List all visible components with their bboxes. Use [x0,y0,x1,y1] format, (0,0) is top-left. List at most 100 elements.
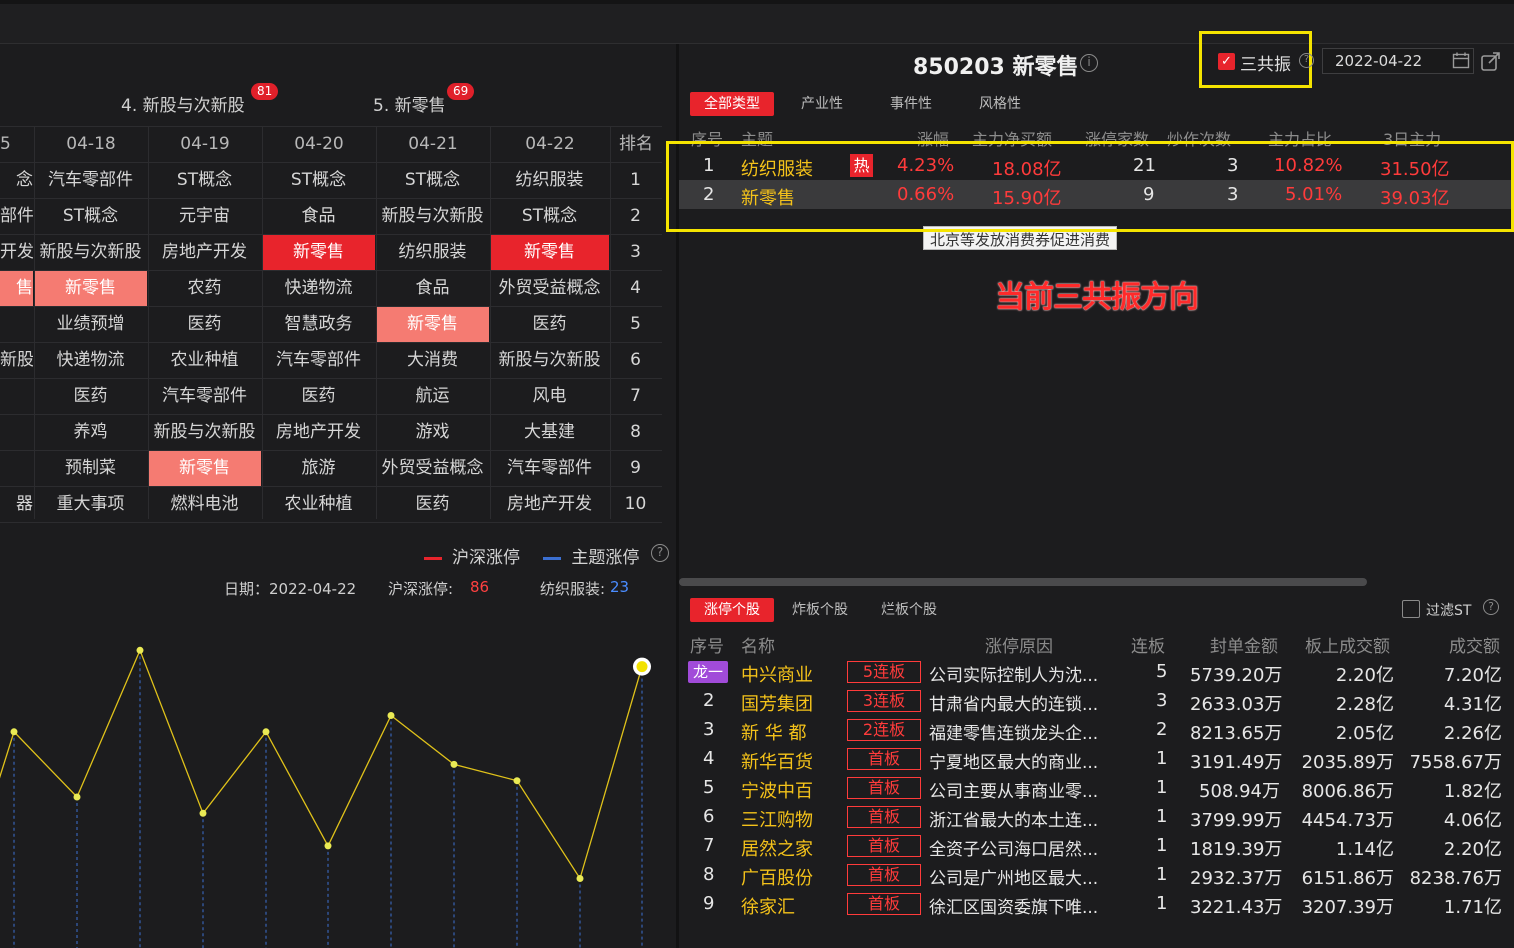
grid-header-cell[interactable]: 04-19 [148,127,262,162]
grid-theme-cell[interactable]: 外贸受益概念 [376,451,489,486]
tab-limit-up-stocks[interactable]: 涨停个股 [690,598,774,622]
grid-theme-cell[interactable]: 养鸡 [34,415,147,450]
grid-theme-cell[interactable]: 农业种植 [262,487,375,522]
data-point[interactable] [136,646,144,654]
grid-theme-cell[interactable]: 医药 [148,307,261,342]
col-header-reason[interactable]: 涨停原因 [985,632,1053,657]
grid-theme-cell[interactable]: 大基建 [490,415,609,450]
grid-theme-cell[interactable]: 预制菜 [34,451,147,486]
grid-theme-cell[interactable]: 游戏 [376,415,489,450]
grid-theme-cell[interactable]: 汽车零部件 [148,379,261,414]
grid-theme-cell[interactable]: 智慧政务 [262,307,375,342]
calendar-icon[interactable] [1452,52,1470,69]
export-icon[interactable] [1480,51,1501,72]
grid-theme-cell[interactable]: 重大事项 [34,487,147,522]
grid-theme-cell[interactable]: 医药 [34,379,147,414]
data-point[interactable] [199,809,207,817]
grid-theme-cell[interactable]: 大消费 [376,343,489,378]
grid-theme-cell[interactable]: 农业种植 [148,343,261,378]
data-point[interactable] [450,760,458,768]
grid-theme-cell[interactable]: 医药 [490,307,609,342]
grid-theme-cell[interactable]: ST概念 [148,163,261,198]
data-point[interactable] [576,875,584,882]
data-point[interactable] [636,661,648,673]
grid-theme-cell[interactable]: 业绩预增 [34,307,147,342]
grid-header-cell[interactable]: 04-22 [490,127,610,162]
grid-theme-cell[interactable]: 新零售 [148,451,261,486]
grid-header-cell[interactable]: 04-21 [376,127,490,162]
grid-theme-cell[interactable]: 外贸受益概念 [490,271,609,306]
grid-theme-cell[interactable]: 快递物流 [262,271,375,306]
grid-theme-cell[interactable]: 新零售 [262,235,375,270]
tab-event[interactable]: 事件性 [890,92,932,116]
tab-style[interactable]: 风格性 [979,92,1021,116]
grid-theme-cell[interactable]: 纺织服装 [490,163,609,198]
grid-theme-cell[interactable]: 食品 [376,271,489,306]
grid-theme-cell[interactable]: 部件 [0,199,33,234]
grid-theme-cell[interactable]: 纺织服装 [376,235,489,270]
filter-help-icon[interactable]: ? [1483,599,1499,615]
grid-theme-cell[interactable]: 新股与次新股 [148,415,261,450]
grid-theme-cell[interactable]: 风电 [490,379,609,414]
tab-new-stocks[interactable]: 4. 新股与次新股 [121,91,245,116]
grid-theme-cell[interactable]: 念 [0,163,33,198]
data-point[interactable] [387,712,395,719]
grid-theme-cell[interactable]: 燃料电池 [148,487,261,522]
horizontal-scrollbar[interactable] [679,578,1367,586]
grid-header-cell[interactable]: 排名 [610,127,662,162]
grid-header-cell[interactable]: 5 [0,127,34,162]
grid-theme-cell[interactable]: 元宇宙 [148,199,261,234]
data-point[interactable] [10,728,18,736]
grid-theme-cell[interactable]: ST概念 [490,199,609,234]
title-info-icon[interactable]: i [1080,54,1098,72]
col-header-seal[interactable]: 封单金额 [1210,632,1278,657]
col-header-no[interactable]: 序号 [690,632,724,657]
col-header-amount[interactable]: 成交额 [1449,632,1500,657]
grid-header-cell[interactable]: 04-20 [262,127,376,162]
grid-theme-cell[interactable]: 房地产开发 [262,415,375,450]
grid-theme-cell[interactable]: ST概念 [376,163,489,198]
grid-theme-cell[interactable]: 新股 [0,343,33,378]
grid-theme-cell[interactable]: 汽车零部件 [490,451,609,486]
legend-help-icon[interactable]: ? [651,544,669,562]
col-header-onboard[interactable]: 板上成交额 [1305,632,1390,657]
col-header-name[interactable]: 名称 [741,632,775,657]
grid-theme-cell[interactable] [0,415,33,450]
resonance-help-icon[interactable]: ? [1299,53,1314,68]
grid-theme-cell[interactable] [0,307,33,342]
grid-theme-cell[interactable]: 售 [0,271,33,306]
grid-theme-cell[interactable]: 医药 [376,487,489,522]
grid-theme-cell[interactable]: 房地产开发 [148,235,261,270]
grid-theme-cell[interactable]: 航运 [376,379,489,414]
filter-st-checkbox[interactable] [1402,600,1420,618]
grid-theme-cell[interactable]: 新股与次新股 [34,235,147,270]
grid-theme-cell[interactable]: 医药 [262,379,375,414]
grid-theme-cell[interactable]: 汽车零部件 [34,163,147,198]
grid-theme-cell[interactable]: 新股与次新股 [376,199,489,234]
grid-theme-cell[interactable]: 旅游 [262,451,375,486]
grid-theme-cell[interactable]: 器 [0,487,33,522]
data-point[interactable] [324,842,332,850]
grid-theme-cell[interactable] [0,379,33,414]
grid-theme-cell[interactable]: 快递物流 [34,343,147,378]
tab-all-types[interactable]: 全部类型 [690,92,774,116]
grid-theme-cell[interactable]: 农药 [148,271,261,306]
grid-theme-cell[interactable]: 新股与次新股 [490,343,609,378]
grid-theme-cell[interactable]: 新零售 [376,307,489,342]
grid-theme-cell[interactable]: 新零售 [34,271,147,306]
tab-industry[interactable]: 产业性 [801,92,843,116]
grid-header-cell[interactable]: 04-18 [34,127,148,162]
data-point[interactable] [73,793,81,801]
grid-theme-cell[interactable]: 房地产开发 [490,487,609,522]
grid-theme-cell[interactable]: ST概念 [262,163,375,198]
grid-theme-cell[interactable] [0,451,33,486]
grid-theme-cell[interactable]: 开发 [0,235,33,270]
grid-theme-cell[interactable]: 新零售 [490,235,609,270]
data-point[interactable] [513,777,521,785]
grid-theme-cell[interactable]: 汽车零部件 [262,343,375,378]
grid-theme-cell[interactable]: ST概念 [34,199,147,234]
tab-new-retail[interactable]: 5. 新零售 [373,91,446,116]
grid-theme-cell[interactable]: 食品 [262,199,375,234]
tab-broken-board[interactable]: 炸板个股 [792,598,848,622]
data-point[interactable] [262,728,270,736]
